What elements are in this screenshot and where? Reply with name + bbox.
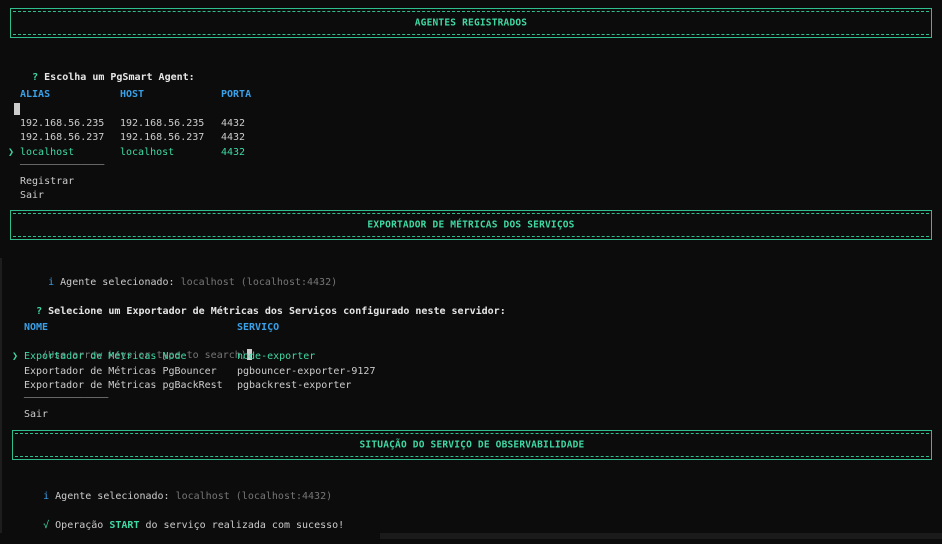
prompt-text: Selecione um Exportador de Métricas dos … [48,306,506,317]
agent-port: 4432 [221,118,246,129]
left-margin-bar [0,258,2,533]
exporter-service: pgbackrest-exporter [237,380,352,391]
exporter-name: Exportador de Métricas Node [24,351,187,362]
prompt-text: Escolha um PgSmart Agent: [44,72,195,83]
exporter-name: Exportador de Métricas pgBackRest [24,380,223,391]
exporter-service: node-exporter [237,351,316,362]
question-mark-icon: ? [36,306,43,317]
menu-item-sair[interactable]: Sair [20,190,44,202]
menu-item-sair[interactable]: Sair [24,409,48,421]
banner-situacao-servico: SITUAÇÃO DO SERVIÇO DE OBSERVABILIDADE [12,430,932,460]
question-mark-icon: ? [32,72,39,83]
agents-header-host: HOST [120,89,145,100]
pointer-icon: ❯ [8,147,15,158]
agents-header-port: PORTA [221,89,252,100]
check-icon: √ [43,520,50,531]
menu-separator: ────────────── [24,393,109,404]
banner-agentes-registrados: AGENTES REGISTRADOS [10,8,932,38]
menu-separator: ────────────── [20,160,105,171]
info-label: Agente selecionado: [60,277,175,288]
agent-port: 4432 [221,147,246,158]
agent-alias: localhost [20,147,75,158]
terminal-cursor [14,103,20,115]
success-prefix: Operação [55,520,104,531]
agent-port: 4432 [221,132,246,143]
agent-alias: 192.168.56.235 [20,118,105,129]
banner-exportador-metricas: EXPORTADOR DE MÉTRICAS DOS SERVIÇOS [10,210,932,240]
success-suffix: do serviço realizada com sucesso! [145,520,345,531]
exporters-header-name: NOME [24,322,49,333]
agent-host: 192.168.56.235 [120,118,205,129]
exporters-header-service: SERVIÇO [237,322,280,333]
terminal-window: AGENTES REGISTRADOS ? Escolha um PgSmart… [0,0,942,539]
agent-host: localhost [120,147,175,158]
pointer-icon: ❯ [12,351,19,362]
agents-header-alias: ALIAS [20,89,51,100]
info-value: localhost (localhost:4432) [180,277,338,288]
info-icon: i [48,277,55,288]
agent-host: 192.168.56.237 [120,132,205,143]
info-icon: i [43,491,50,502]
info-value: localhost (localhost:4432) [175,491,333,502]
agent-alias: 192.168.56.237 [20,132,105,143]
info-label: Agente selecionado: [55,491,170,502]
success-keyword: START [109,520,140,531]
bottom-strip [380,533,942,539]
exporter-service: pgbouncer-exporter-9127 [237,366,376,377]
menu-item-registrar[interactable]: Registrar [20,176,74,188]
exporter-name: Exportador de Métricas PgBouncer [24,366,217,377]
